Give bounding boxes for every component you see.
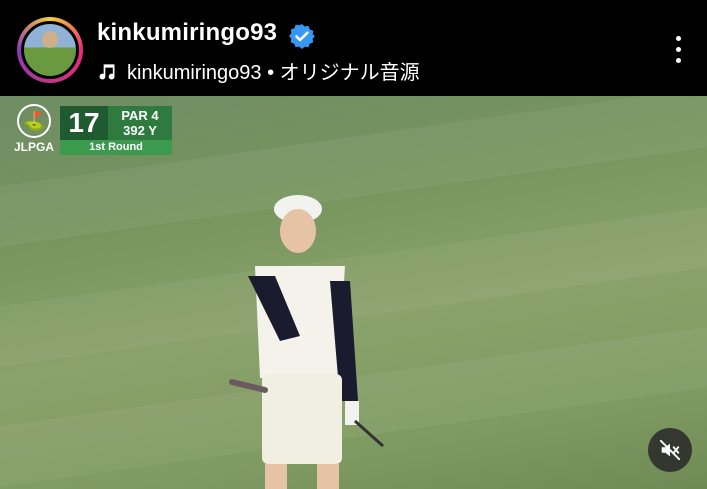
audio-link[interactable]: kinkumiringo93 • オリジナル音源 <box>97 56 420 85</box>
more-vertical-icon[interactable] <box>668 36 688 66</box>
hole-number: 17 <box>60 106 108 140</box>
verified-badge-icon <box>289 24 315 49</box>
muted-speaker-icon <box>659 439 681 461</box>
music-note-icon <box>99 63 115 79</box>
mute-button[interactable] <box>648 428 692 472</box>
hole-info-overlay: 17 PAR 4 392 Y 1st Round <box>60 106 172 155</box>
post-header: kinkumiringo93 kinkumiringo93 • オリジナル音源 <box>0 0 707 96</box>
round-label: 1st Round <box>60 140 172 155</box>
par-label: PAR 4 <box>121 108 159 123</box>
jlpga-logo: ⛳ JLPGA <box>14 104 54 160</box>
par-yardage: PAR 4 392 Y <box>108 106 172 140</box>
avatar[interactable] <box>21 21 79 79</box>
yardage-label: 392 Y <box>123 123 157 138</box>
audio-label: kinkumiringo93 • オリジナル音源 <box>127 62 420 84</box>
username[interactable]: kinkumiringo93 <box>97 19 277 47</box>
story-ring[interactable] <box>17 17 83 83</box>
